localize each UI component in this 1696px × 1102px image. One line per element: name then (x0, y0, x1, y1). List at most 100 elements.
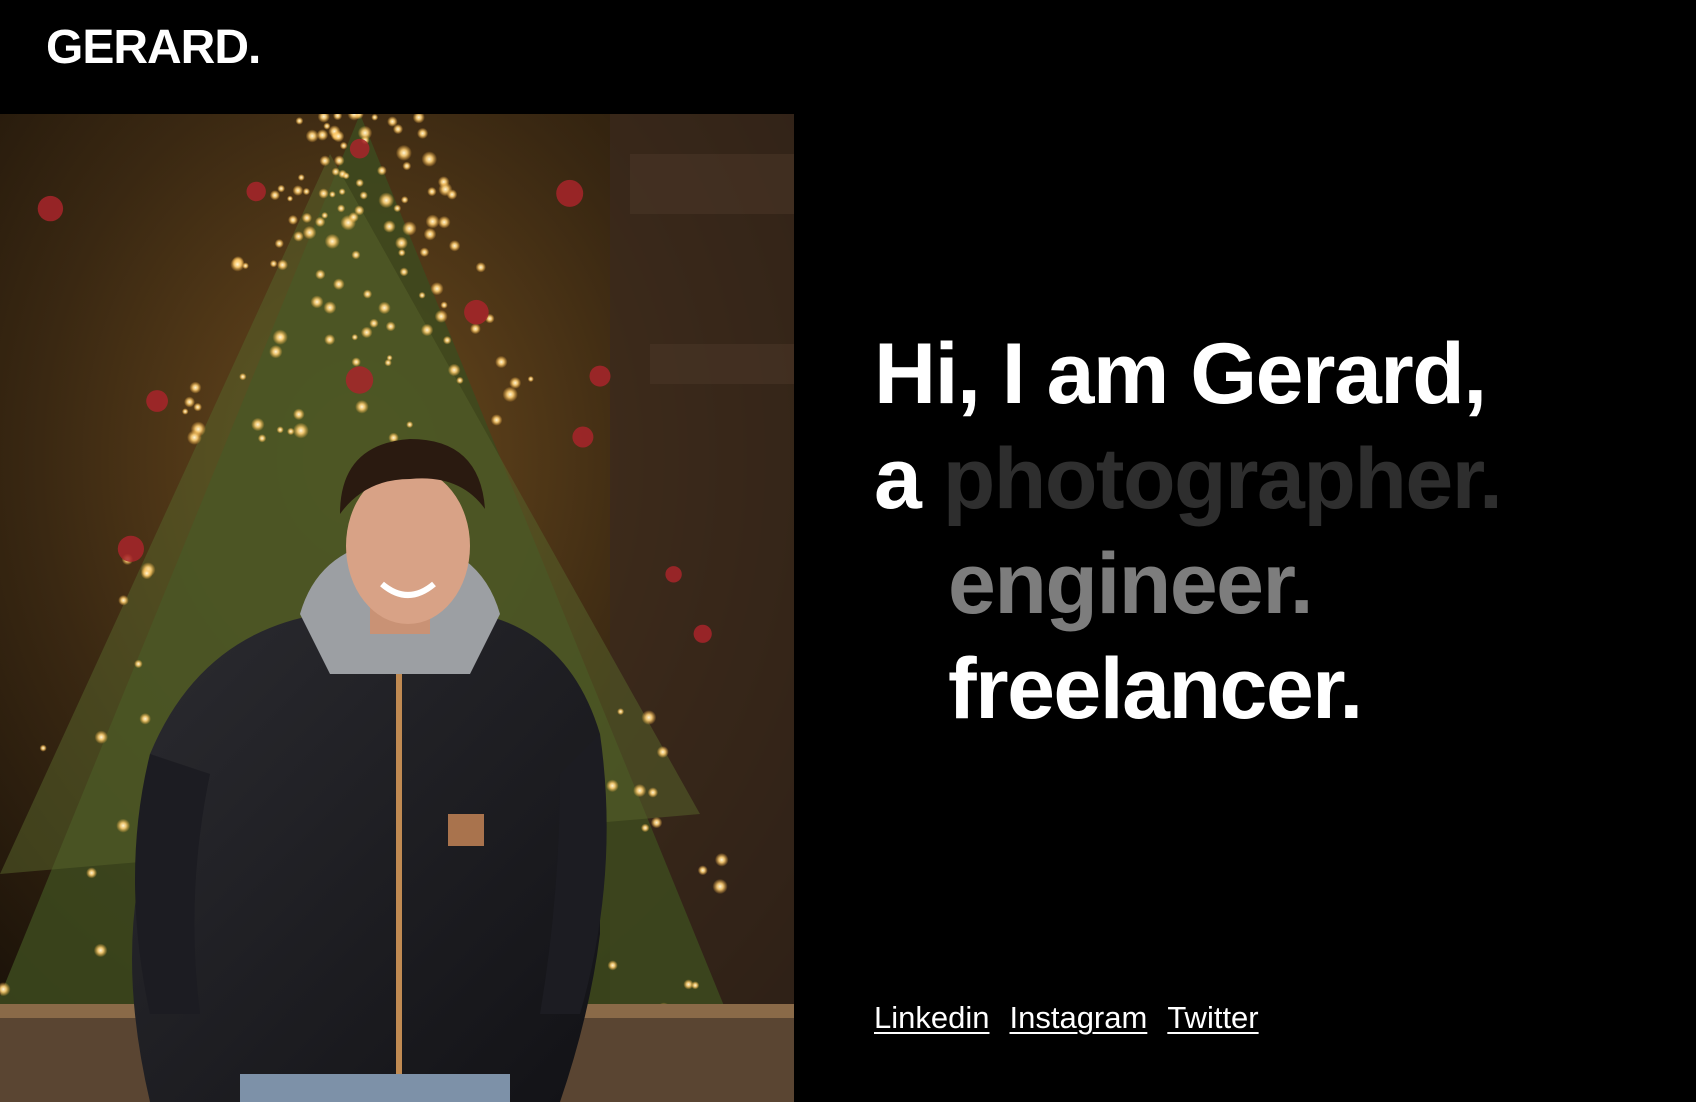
tree-light (355, 400, 369, 414)
ornament (246, 181, 266, 202)
tree-light (650, 816, 663, 829)
site-logo[interactable]: GERARD. (46, 21, 261, 75)
headline-greeting: Hi, I am Gerard, (874, 326, 1487, 422)
page: GERARD. Hi, I am Gerard, a photographer.… (0, 0, 1696, 1102)
tree-light (400, 196, 409, 204)
tree-light (351, 357, 361, 367)
tree-light (276, 426, 284, 434)
tree-light (318, 188, 329, 199)
tree-light (251, 417, 265, 432)
tree-light (502, 386, 518, 403)
tree-light (338, 188, 346, 196)
tree-light (423, 227, 437, 241)
ornament (349, 138, 370, 159)
tree-light (448, 240, 461, 252)
tree-light (393, 204, 402, 213)
hero-headline: Hi, I am Gerard, a photographer. enginee… (874, 322, 1503, 742)
role-photographer: photographer. (942, 431, 1503, 527)
tree-light (355, 178, 364, 188)
tree-light (257, 434, 267, 443)
tree-light (323, 301, 337, 314)
tree-light (274, 238, 284, 249)
tree-light (371, 114, 379, 121)
ornament (556, 179, 584, 207)
tree-light (269, 345, 283, 359)
tree-light (302, 187, 311, 196)
tree-light (323, 122, 331, 130)
tree-light (417, 127, 429, 139)
tree-light (427, 186, 437, 197)
tree-light (286, 195, 294, 202)
ornament (693, 624, 712, 643)
hero-photo-illustration (0, 114, 794, 1102)
tree-light (118, 595, 129, 606)
tree-light (607, 960, 618, 971)
tree-light (362, 289, 373, 299)
tree-light (495, 355, 508, 369)
linkedin-link[interactable]: Linkedin (874, 1000, 989, 1036)
hero-photo (0, 114, 794, 1102)
tree-light (339, 141, 348, 150)
tree-light (288, 214, 298, 225)
tree-light (395, 144, 412, 161)
tree-light (633, 784, 647, 798)
role-engineer: engineer. (948, 536, 1314, 632)
tree-light (647, 787, 659, 798)
tree-light (293, 231, 304, 242)
tree-light (383, 220, 396, 233)
tree-light (319, 155, 331, 167)
tree-light (640, 823, 650, 833)
tree-light (292, 185, 304, 196)
tree-light (277, 184, 286, 193)
tree-light (421, 151, 438, 167)
tree-light (438, 182, 453, 197)
tree-light (691, 981, 700, 990)
ornament (37, 195, 64, 222)
tree-light (139, 713, 151, 725)
tree-light (315, 269, 326, 280)
tree-light (369, 318, 379, 328)
tree-light (712, 878, 728, 895)
tree-light (641, 710, 657, 725)
tree-light (342, 172, 350, 180)
tree-light (348, 212, 359, 223)
ornament (665, 566, 682, 583)
tree-light (359, 191, 368, 200)
tree-light (406, 421, 414, 429)
tree-light (310, 295, 324, 309)
tree-light (277, 259, 288, 271)
role-freelancer: freelancer. (948, 641, 1363, 737)
tree-light (399, 267, 409, 277)
tree-light (301, 212, 313, 224)
headline-article: a (874, 431, 922, 527)
tree-light (351, 250, 361, 260)
tree-light (94, 730, 109, 744)
tree-light (656, 746, 669, 758)
tree-light (360, 326, 373, 339)
tree-light (230, 257, 245, 272)
tree-light (434, 309, 448, 323)
tree-light (272, 329, 288, 345)
tree-light (295, 117, 304, 125)
twitter-link[interactable]: Twitter (1167, 1000, 1258, 1036)
tree-light (447, 363, 461, 377)
social-links: Linkedin Instagram Twitter (874, 1000, 1259, 1036)
tree-light (184, 396, 195, 408)
tree-light (490, 414, 503, 426)
tree-light (378, 192, 395, 209)
tree-light (181, 408, 189, 415)
instagram-link[interactable]: Instagram (1009, 1000, 1147, 1036)
tree-light (93, 943, 108, 958)
ornament (572, 426, 594, 448)
tree-light (442, 335, 452, 345)
tree-light (189, 381, 202, 394)
ornament (345, 366, 374, 394)
ornament (464, 299, 489, 325)
tree-light (606, 779, 619, 793)
tree-light (140, 567, 153, 580)
tree-light (430, 282, 444, 296)
tree-light (617, 708, 625, 716)
tree-light (269, 190, 280, 201)
tree-light (377, 165, 387, 176)
tree-light (269, 259, 278, 268)
